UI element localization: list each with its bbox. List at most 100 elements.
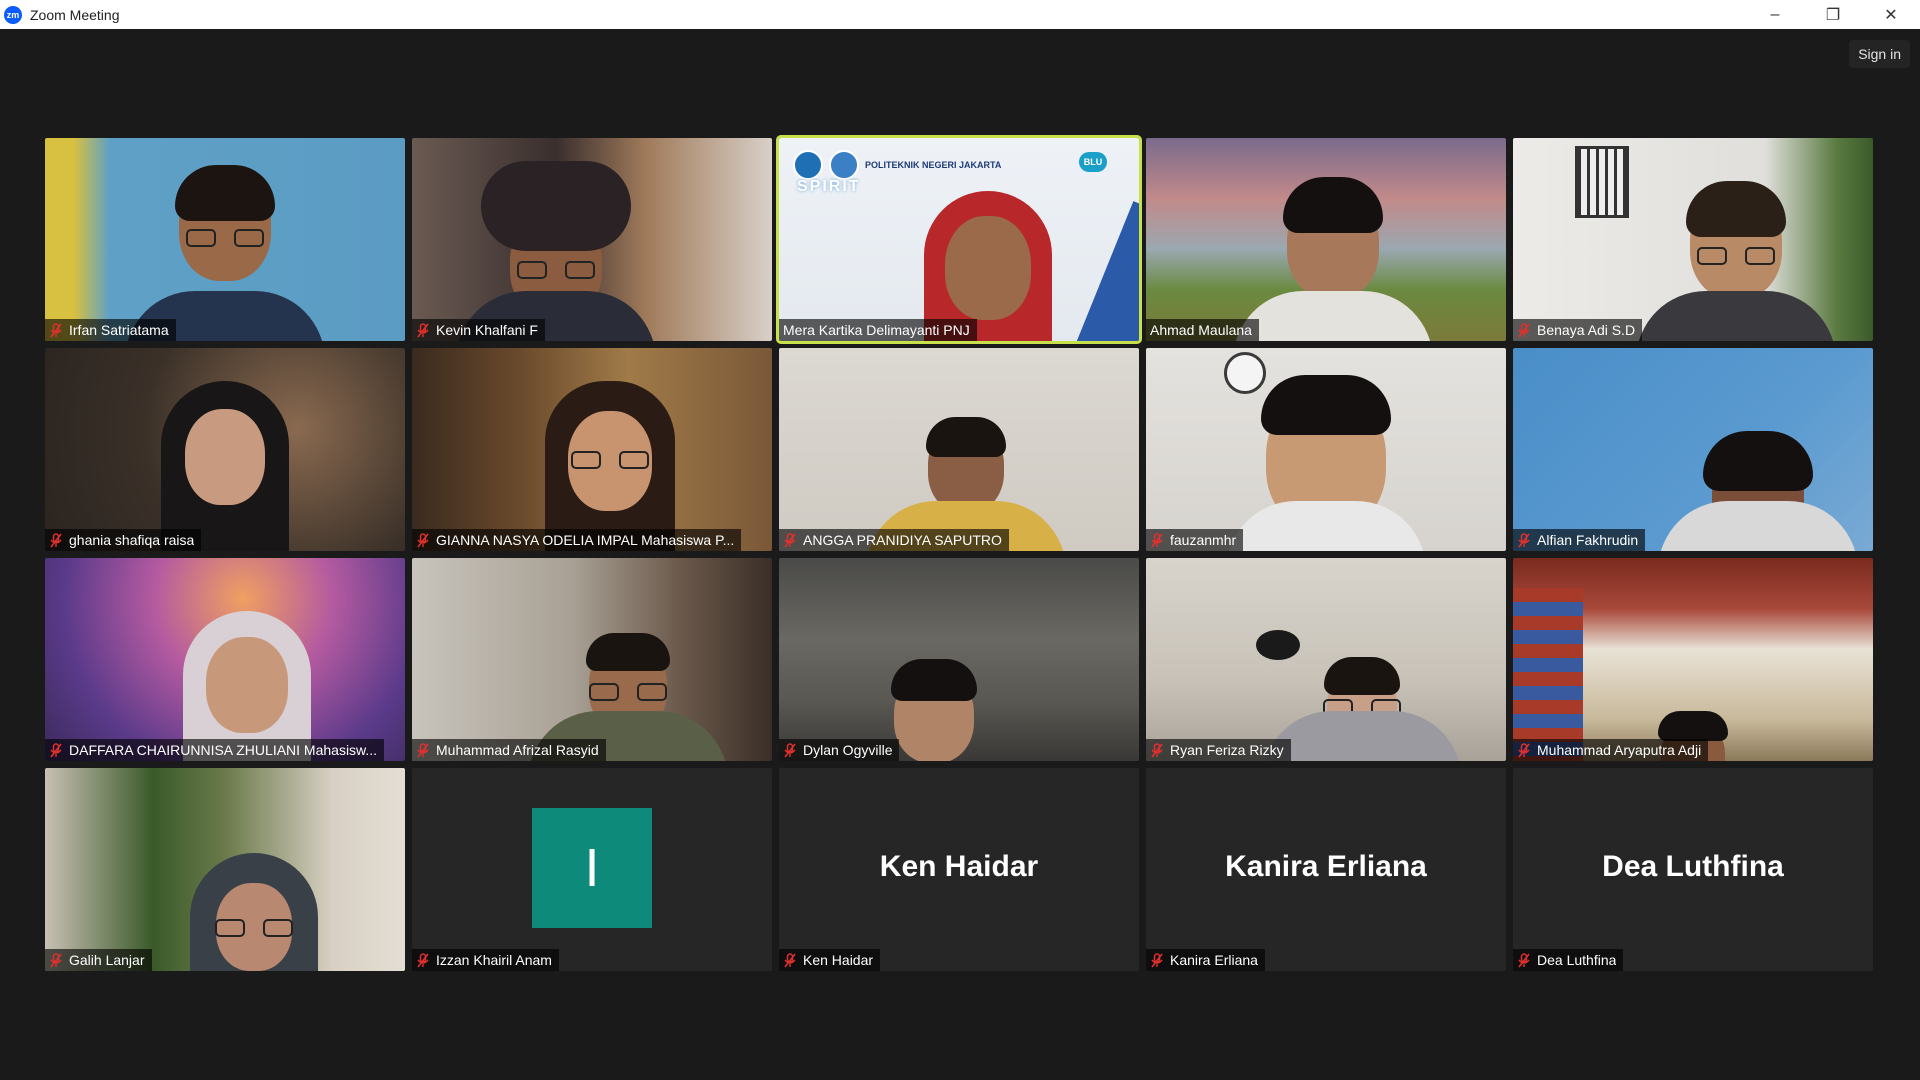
mic-muted-icon bbox=[49, 532, 63, 548]
name-label: DAFFARA CHAIRUNNISA ZHULIANI Mahasisw... bbox=[45, 739, 385, 761]
person-figure bbox=[1206, 361, 1446, 551]
name-label: Kevin Khalfani F bbox=[412, 319, 545, 341]
person-figure bbox=[510, 361, 710, 551]
participant-tile[interactable]: Kevin Khalfani F bbox=[412, 138, 772, 341]
person-figure bbox=[154, 781, 354, 971]
mic-muted-icon bbox=[49, 952, 63, 968]
person-figure bbox=[125, 151, 325, 341]
institution-logo-icon bbox=[793, 150, 823, 180]
participant-tile[interactable]: Muhammad Aryaputra Adji bbox=[1513, 558, 1873, 761]
name-label: Irfan Satriatama bbox=[45, 319, 176, 341]
video-off-name: Dea Luthfina bbox=[1602, 850, 1784, 883]
participant-tile[interactable]: Ahmad Maulana bbox=[1146, 138, 1506, 341]
video-off-name: Ken Haidar bbox=[879, 850, 1039, 883]
participant-video bbox=[45, 558, 405, 761]
participant-tile[interactable]: ghania shafiqa raisa bbox=[45, 348, 405, 551]
person-figure bbox=[528, 571, 728, 761]
mic-muted-icon bbox=[1150, 742, 1164, 758]
participant-video bbox=[45, 138, 405, 341]
minimize-button[interactable]: – bbox=[1746, 0, 1804, 29]
participant-video bbox=[779, 348, 1139, 551]
name-label: Muhammad Afrizal Rasyid bbox=[412, 739, 606, 761]
participant-video bbox=[45, 348, 405, 551]
active-speaker-tile[interactable]: POLITEKNIK NEGERI JAKARTA SPIRIT BLU Mer… bbox=[776, 135, 1142, 344]
mic-muted-icon bbox=[1150, 532, 1164, 548]
name-label: ghania shafiqa raisa bbox=[45, 529, 202, 551]
person-figure bbox=[1233, 151, 1434, 341]
maximize-button[interactable]: ❐ bbox=[1804, 0, 1862, 29]
participant-video bbox=[412, 558, 772, 761]
person-figure bbox=[1636, 151, 1837, 341]
name-label: Benaya Adi S.D bbox=[1513, 319, 1643, 341]
participant-tile[interactable]: Irfan Satriatama bbox=[45, 138, 405, 341]
name-label: Ken Haidar bbox=[779, 949, 881, 971]
mic-muted-icon bbox=[1517, 532, 1531, 548]
person-figure bbox=[147, 571, 347, 761]
name-label: Ryan Feriza Rizky bbox=[1146, 739, 1291, 761]
participant-tile[interactable]: GIANNA NASYA ODELIA IMPAL Mahasiswa P... bbox=[412, 348, 772, 551]
person-figure bbox=[125, 361, 325, 551]
participant-video: POLITEKNIK NEGERI JAKARTA SPIRIT BLU bbox=[779, 138, 1139, 341]
participant-video bbox=[1513, 348, 1873, 551]
participant-video bbox=[1513, 138, 1873, 341]
participant-video bbox=[1146, 138, 1506, 341]
person-figure bbox=[1593, 571, 1793, 761]
participant-tile[interactable]: ANGGA PRANIDIYA SAPUTRO bbox=[779, 348, 1139, 551]
name-label: Dea Luthfina bbox=[1513, 949, 1624, 971]
gallery-grid: Irfan Satriatama Kevin Khalfani F POLITE… bbox=[45, 135, 1873, 971]
mic-muted-icon bbox=[1517, 742, 1531, 758]
window-title: Zoom Meeting bbox=[30, 6, 120, 23]
person-figure bbox=[888, 151, 1088, 341]
person-figure bbox=[456, 151, 656, 341]
name-label: Dylan Ogyville bbox=[779, 739, 900, 761]
mic-muted-icon bbox=[1517, 952, 1531, 968]
mic-muted-icon bbox=[1150, 952, 1164, 968]
participant-tile[interactable]: DAFFARA CHAIRUNNISA ZHULIANI Mahasisw... bbox=[45, 558, 405, 761]
participant-video bbox=[1146, 348, 1506, 551]
slide-spirit-text: SPIRIT bbox=[797, 178, 861, 195]
name-label: Kanira Erliana bbox=[1146, 949, 1265, 971]
mic-muted-icon bbox=[1517, 322, 1531, 338]
participant-tile[interactable]: Dea Luthfina Dea Luthfina bbox=[1513, 768, 1873, 971]
name-label: Ahmad Maulana bbox=[1146, 319, 1259, 341]
participant-tile[interactable]: Ryan Feriza Rizky bbox=[1146, 558, 1506, 761]
avatar: I bbox=[532, 808, 652, 928]
participant-video bbox=[779, 558, 1139, 761]
mic-muted-icon bbox=[416, 532, 430, 548]
mic-muted-icon bbox=[416, 742, 430, 758]
participant-tile[interactable]: Kanira Erliana Kanira Erliana bbox=[1146, 768, 1506, 971]
name-label: Mera Kartika Delimayanti PNJ bbox=[779, 319, 977, 341]
participant-tile[interactable]: Benaya Adi S.D bbox=[1513, 138, 1873, 341]
sign-in-button[interactable]: Sign in bbox=[1849, 40, 1910, 68]
mic-muted-icon bbox=[783, 742, 797, 758]
participant-video bbox=[412, 348, 772, 551]
participant-tile[interactable]: Muhammad Afrizal Rasyid bbox=[412, 558, 772, 761]
participant-tile[interactable]: Ken Haidar Ken Haidar bbox=[779, 768, 1139, 971]
window-controls: – ❐ ✕ bbox=[1746, 0, 1920, 29]
mic-muted-icon bbox=[49, 742, 63, 758]
participant-tile[interactable]: fauzanmhr bbox=[1146, 348, 1506, 551]
name-label: fauzanmhr bbox=[1146, 529, 1244, 551]
pnj-logo-icon bbox=[829, 150, 859, 180]
title-bar: zm Zoom Meeting – ❐ ✕ bbox=[0, 0, 1920, 29]
participant-video bbox=[1513, 558, 1873, 761]
mic-muted-icon bbox=[783, 532, 797, 548]
name-label: Muhammad Aryaputra Adji bbox=[1513, 739, 1709, 761]
mic-muted-icon bbox=[416, 952, 430, 968]
participant-tile[interactable]: Dylan Ogyville bbox=[779, 558, 1139, 761]
participant-tile[interactable]: Galih Lanjar bbox=[45, 768, 405, 971]
participant-tile[interactable]: I Izzan Khairil Anam bbox=[412, 768, 772, 971]
name-label: GIANNA NASYA ODELIA IMPAL Mahasiswa P... bbox=[412, 529, 742, 551]
person-figure bbox=[1657, 361, 1858, 551]
name-label: Galih Lanjar bbox=[45, 949, 152, 971]
close-button[interactable]: ✕ bbox=[1862, 0, 1920, 29]
participant-tile[interactable]: Alfian Fakhrudin bbox=[1513, 348, 1873, 551]
participant-video bbox=[45, 768, 405, 971]
video-off-name: Kanira Erliana bbox=[1225, 850, 1427, 883]
person-figure bbox=[834, 571, 1034, 761]
name-label: Alfian Fakhrudin bbox=[1513, 529, 1646, 551]
person-figure bbox=[866, 361, 1067, 551]
mic-muted-icon bbox=[49, 322, 63, 338]
zoom-logo-icon: zm bbox=[4, 5, 22, 24]
person-figure bbox=[1262, 571, 1462, 761]
